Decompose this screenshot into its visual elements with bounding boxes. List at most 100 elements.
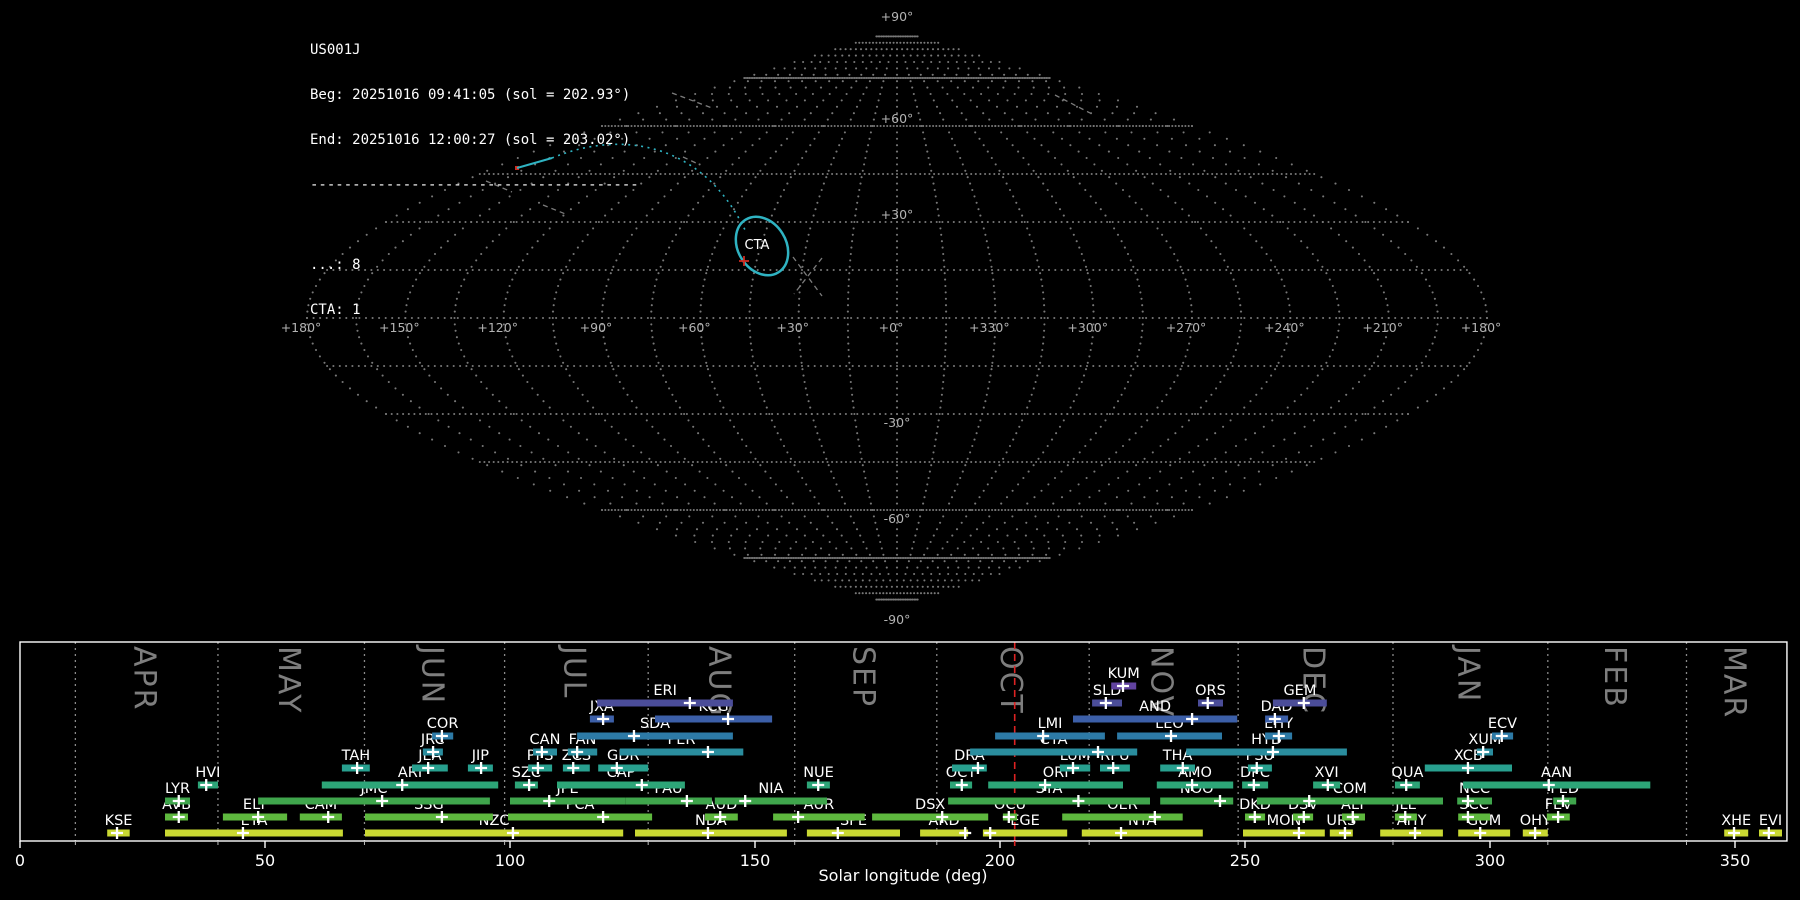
shower-bar-JMC (258, 798, 490, 805)
ecliptic-longitude-label: +180° (1461, 320, 1502, 335)
shower-bar-CAP (557, 782, 685, 789)
shower-label-XHE: XHE (1721, 813, 1751, 829)
sporadic-trail (794, 258, 822, 294)
shower-label-QUA: QUA (1391, 765, 1423, 781)
month-label: JAN (1450, 644, 1485, 703)
spacer (310, 223, 639, 228)
shower-bar-KCG (655, 716, 772, 723)
shower-peak-CAP (636, 779, 648, 791)
count-cta: CTA: 1 (310, 303, 639, 318)
ecliptic-longitude-label: +270° (1166, 320, 1207, 335)
observation-info-panel: US001J Beg: 20251016 09:41:05 (sol = 202… (310, 13, 639, 348)
ecliptic-latitude-label: +30° (881, 207, 914, 222)
shower-label-CAN: CAN (530, 732, 561, 748)
tick-label: 300 (1475, 851, 1506, 870)
tick-label: 150 (740, 851, 771, 870)
shower-peak-AUR (792, 811, 804, 823)
shower-peak-PER (702, 746, 714, 758)
month-label: APR (127, 646, 162, 711)
shower-label-ECV: ECV (1488, 716, 1517, 732)
radiant-label: CTA (745, 238, 770, 253)
end-time: End: 20251016 12:00:27 (sol = 203.02°) (310, 133, 639, 148)
shower-bar-HYD (1186, 749, 1347, 756)
shower-peak-ARD (959, 827, 971, 839)
ecliptic-latitude-label: +60° (881, 111, 914, 126)
shower-bar-CAM (300, 814, 342, 821)
tick-label: 250 (1230, 851, 1261, 870)
radiant-and-timeline-figure: +180°+150°+120°+90°+60°+30°+0°+330°+300°… (0, 0, 1800, 900)
shower-label-TAH: TAH (341, 748, 371, 764)
shower-bar-MON (1243, 830, 1325, 837)
shower-label-ORS: ORS (1195, 683, 1226, 699)
shower-peak-STA (1072, 795, 1084, 807)
shower-bar-ARI (322, 782, 498, 789)
month-label: FEB (1597, 646, 1632, 709)
shower-bar-DSX (872, 814, 988, 821)
shower-bar-NIA (715, 798, 827, 805)
shower-label-HVI: HVI (195, 765, 220, 781)
ecliptic-longitude-label: +210° (1362, 320, 1403, 335)
shower-label-KUM: KUM (1108, 666, 1140, 682)
shower-peak-EGE (984, 827, 996, 839)
tick-label: 350 (1720, 851, 1751, 870)
shower-bar-SPE (807, 830, 900, 837)
shower-bar-SSG (365, 814, 493, 821)
month-label: SEP (846, 646, 881, 708)
month-label: MAY (271, 646, 306, 714)
shower-peak-PCA (597, 811, 609, 823)
shower-bar-OER (1062, 814, 1183, 821)
ecliptic-longitude-label: +330° (969, 320, 1010, 335)
shower-bar-AAN (1463, 782, 1650, 789)
shower-bar-CTA (970, 749, 1137, 756)
ecliptic-longitude-label: +60° (678, 320, 711, 335)
count-other: ...: 8 (310, 258, 639, 273)
month-label: OCT (993, 646, 1028, 715)
shower-peak-NIA (739, 795, 751, 807)
shower-label-JIP: JIP (471, 748, 490, 764)
shower-peak-JPE (543, 795, 555, 807)
shower-peak-AND (1186, 713, 1198, 725)
shower-label-OHY: OHY (1520, 813, 1551, 829)
shower-label-DSX: DSX (915, 797, 945, 813)
shower-label-EVI: EVI (1759, 813, 1782, 829)
shower-bar-NZC (365, 830, 623, 837)
shower-label-ERI: ERI (653, 683, 677, 699)
timeline-shower-bars: KSEETANZCNDASPEARDEGENTAMONURSAHYGUMOHYX… (105, 666, 1783, 839)
shower-bar-STA (948, 798, 1150, 805)
tick-label: 50 (255, 851, 275, 870)
shower-label-AAN: AAN (1541, 765, 1572, 781)
ecliptic-latitude-label: -60° (884, 511, 911, 526)
ecliptic-latitude-label: -90° (884, 612, 911, 627)
shower-bar-AUR (773, 814, 865, 821)
shower-bar-PAU (625, 798, 712, 805)
ecliptic-latitude-label: +90° (881, 9, 914, 24)
shower-bar-GDR (598, 765, 648, 772)
shower-label-AND: AND (1139, 699, 1171, 715)
shower-bar-PCA (508, 814, 652, 821)
shower-peak-SDA (628, 730, 640, 742)
shower-label-NIA: NIA (758, 781, 783, 797)
month-label: JUL (556, 644, 591, 700)
x-axis-title: Solar longitude (deg) (819, 866, 988, 885)
shower-label-LYR: LYR (165, 781, 190, 797)
separator-line: --------------------------------------- (310, 178, 639, 193)
ecliptic-latitude-label: -30° (884, 415, 911, 430)
shower-bar-ORI (988, 782, 1123, 789)
shower-bar-SDA (577, 733, 733, 740)
shower-peak-PAU (681, 795, 693, 807)
tick-label: 0 (15, 851, 25, 870)
shower-label-GEM: GEM (1283, 683, 1316, 699)
sporadic-trail (1055, 95, 1090, 113)
shower-label-NUE: NUE (803, 765, 834, 781)
sporadic-trail (672, 93, 712, 108)
shower-peak-NOO (1214, 795, 1226, 807)
ecliptic-longitude-label: +240° (1264, 320, 1305, 335)
shower-bar-COM (1257, 798, 1443, 805)
shower-label-KSE: KSE (105, 813, 133, 829)
station-id: US001J (310, 43, 639, 58)
ecliptic-longitude-label: +300° (1067, 320, 1108, 335)
shower-bar-AND (1073, 716, 1237, 723)
tick-label: 100 (495, 851, 526, 870)
ecliptic-longitude-label: +0° (879, 320, 904, 335)
cta-radiant-marker: CTA (725, 207, 799, 285)
